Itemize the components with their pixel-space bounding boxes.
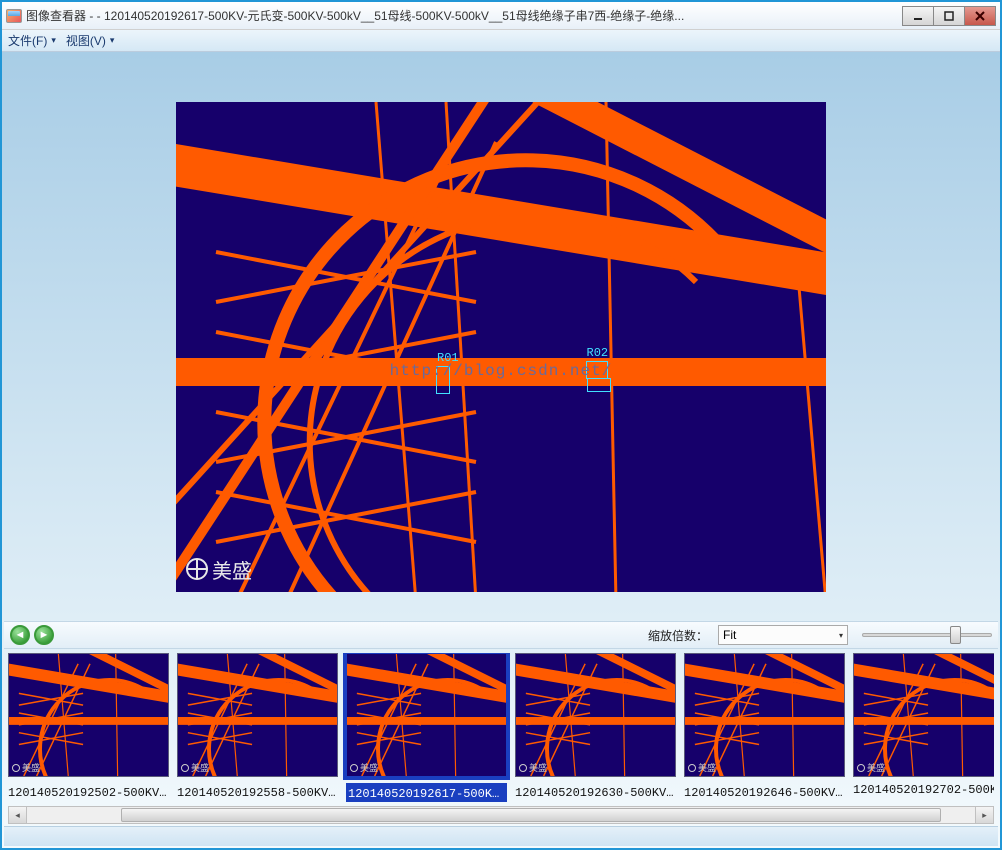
- app-window: 图像查看器 - - 120140520192617-500KV-元氏变-500K…: [0, 0, 1002, 850]
- thumbnail-logo: 美盛: [181, 761, 209, 774]
- thumbnail-image[interactable]: 美盛: [515, 653, 676, 777]
- thumbnail-logo: 美盛: [857, 761, 885, 774]
- thumbnail-item[interactable]: 美盛 120140520192702-500KV: [853, 653, 994, 802]
- scroll-track[interactable]: [27, 807, 975, 823]
- thumbnail-label: 120140520192558-500KV-元…: [177, 783, 338, 800]
- menubar: 文件(F) ▾ 视图(V) ▾: [2, 30, 1000, 52]
- thumbnail-item[interactable]: 美盛 120140520192558-500KV-元…: [177, 653, 338, 802]
- zoom-select[interactable]: Fit ▾: [718, 625, 848, 645]
- watermark-logo: 美盛: [186, 555, 252, 584]
- chevron-down-icon: ▾: [110, 35, 115, 46]
- thumbnail-item[interactable]: 美盛 120140520192502-500KV-元…: [8, 653, 169, 802]
- window-controls: [903, 6, 996, 26]
- chevron-down-icon: ▾: [839, 631, 843, 640]
- thumbnail-logo: 美盛: [12, 761, 40, 774]
- status-bar: [4, 826, 998, 846]
- thumbnail-image[interactable]: 美盛: [177, 653, 338, 777]
- zoom-slider[interactable]: [862, 625, 992, 645]
- thumbnail-label: 120140520192617-500KV-元…: [346, 783, 507, 802]
- scroll-thumb[interactable]: [121, 808, 941, 822]
- titlebar[interactable]: 图像查看器 - - 120140520192617-500KV-元氏变-500K…: [2, 2, 1000, 30]
- thumbnail-item[interactable]: 美盛 120140520192617-500KV-元…: [346, 653, 507, 802]
- thumbnail-image[interactable]: 美盛: [8, 653, 169, 777]
- scroll-left-button[interactable]: ◂: [9, 807, 27, 823]
- close-button[interactable]: [964, 6, 996, 26]
- horizontal-scrollbar[interactable]: ◂ ▸: [8, 806, 994, 824]
- thumbnail-image[interactable]: 美盛: [684, 653, 845, 777]
- menu-view[interactable]: 视图(V): [66, 32, 106, 49]
- thumbnail-item[interactable]: 美盛 120140520192630-500KV-元…: [515, 653, 676, 802]
- thumbnail-logo: 美盛: [688, 761, 716, 774]
- slider-track: [862, 633, 992, 637]
- thumbnail-label: 120140520192630-500KV-元…: [515, 783, 676, 800]
- content-area: R01 R02 http://blog.csdn.net/ 美盛 ◄ ► 缩放倍…: [2, 52, 1000, 848]
- thumbnail-item[interactable]: 美盛 120140520192646-500KV-元…: [684, 653, 845, 802]
- menu-file[interactable]: 文件(F): [8, 32, 47, 49]
- prev-button[interactable]: ◄: [10, 625, 30, 645]
- zoom-value: Fit: [723, 628, 736, 642]
- chevron-down-icon: ▾: [51, 35, 56, 46]
- thumbnail-logo: 美盛: [350, 761, 378, 774]
- thumbnail-label: 120140520192646-500KV-元…: [684, 783, 845, 800]
- thumbnail-image[interactable]: 美盛: [346, 653, 507, 777]
- thumbnail-image[interactable]: 美盛: [853, 653, 994, 777]
- scroll-right-button[interactable]: ▸: [975, 807, 993, 823]
- image-viewer-panel: R01 R02 http://blog.csdn.net/ 美盛: [4, 54, 998, 621]
- app-icon: [6, 9, 22, 23]
- thumbnail-label: 120140520192702-500KV: [853, 783, 994, 797]
- main-image[interactable]: R01 R02 http://blog.csdn.net/ 美盛: [176, 102, 826, 592]
- logo-icon: [186, 558, 208, 580]
- thumbnail-strip: 美盛 120140520192502-500KV-元… 美盛 120140520…: [4, 649, 998, 826]
- thumbnail-logo: 美盛: [519, 761, 547, 774]
- roi-label: R02: [587, 346, 609, 360]
- next-button[interactable]: ►: [34, 625, 54, 645]
- maximize-button[interactable]: [933, 6, 965, 26]
- zoom-label: 缩放倍数：: [648, 627, 708, 644]
- window-title: 图像查看器 - - 120140520192617-500KV-元氏变-500K…: [26, 7, 903, 24]
- thumbnail-label: 120140520192502-500KV-元…: [8, 783, 169, 800]
- slider-thumb[interactable]: [950, 626, 961, 644]
- minimize-button[interactable]: [902, 6, 934, 26]
- watermark-url: http://blog.csdn.net/: [390, 362, 613, 380]
- toolbar: ◄ ► 缩放倍数： Fit ▾: [4, 621, 998, 649]
